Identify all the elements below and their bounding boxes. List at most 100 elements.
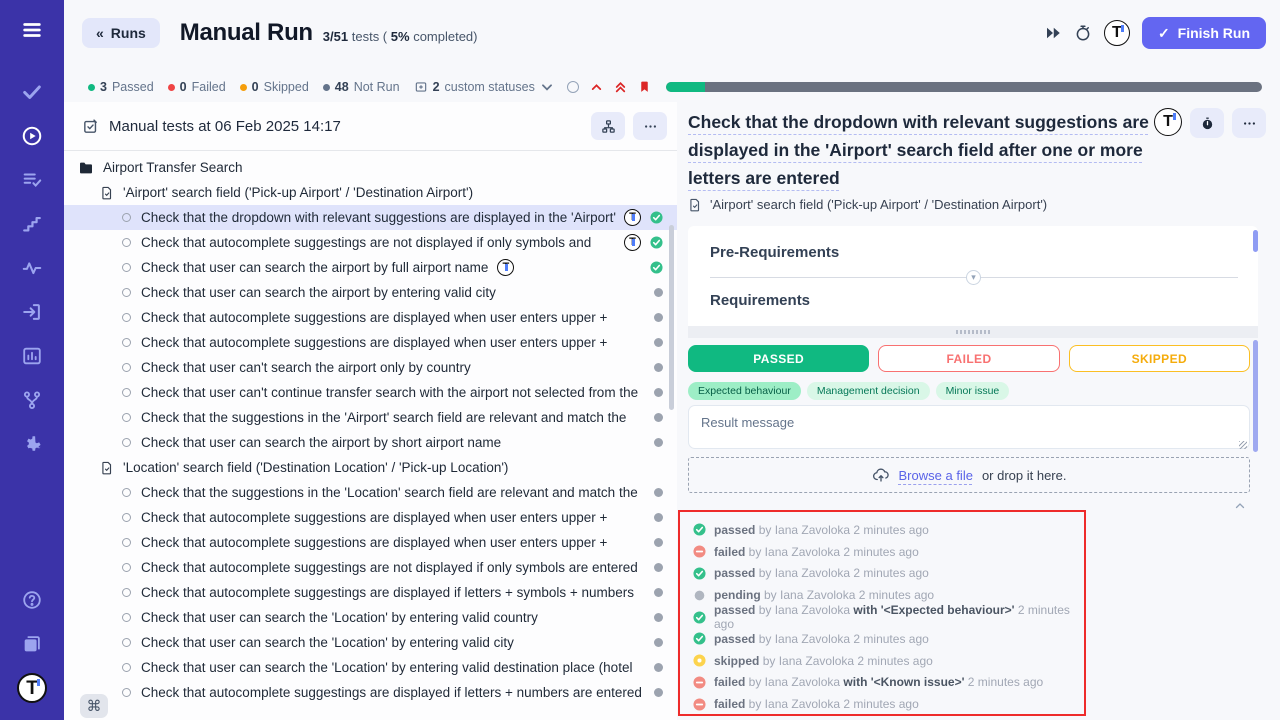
custom-statuses-toggle[interactable]: 2 custom statuses	[414, 80, 554, 94]
test-state-icon	[122, 538, 131, 547]
status-dot-icon	[88, 84, 95, 91]
status-dot-icon	[168, 84, 175, 91]
run-progress-text: 3/51 tests ( 5% completed)	[323, 29, 478, 44]
test-tree-item[interactable]: Check that autocomplete suggestions are …	[64, 530, 677, 555]
test-tree-item[interactable]: Check that the suggestions in the 'Locat…	[64, 480, 677, 505]
test-tree-item[interactable]: Check that user can search the 'Location…	[64, 605, 677, 630]
run-source-title: Manual tests at 06 Feb 2025 14:17	[109, 118, 341, 135]
suite-breadcrumb[interactable]: 'Airport' search field ('Pick-up Airport…	[688, 197, 1047, 212]
test-tree-item[interactable]: Check that autocomplete suggestions are …	[64, 505, 677, 530]
test-tree-item[interactable]: Check that autocomplete suggestions are …	[64, 305, 677, 330]
fast-forward-icon[interactable]	[1044, 24, 1062, 42]
sidebar-item-runs[interactable]	[12, 116, 52, 156]
sidebar-item-analytics[interactable]	[12, 336, 52, 376]
collapse-section-icon[interactable]	[1234, 500, 1246, 512]
test-title[interactable]: Check that the dropdown with relevant su…	[688, 108, 1154, 192]
result-message-input[interactable]	[688, 405, 1250, 449]
tests-scrollbar[interactable]	[669, 225, 674, 410]
notrun-status-icon	[654, 513, 663, 522]
test-state-icon	[122, 663, 131, 672]
suite-tree-item[interactable]: 'Airport' search field ('Pick-up Airport…	[64, 180, 677, 205]
result-tag[interactable]: Minor issue	[936, 382, 1010, 400]
header: « Runs Manual Run 3/51 tests ( 5% comple…	[64, 0, 1280, 66]
document-icon	[100, 461, 114, 475]
passed-status-icon	[693, 523, 706, 536]
folder-tree-item[interactable]: Airport Transfer Search	[64, 155, 677, 180]
activity-entry: passed by Iana Zavoloka with '<Expected …	[693, 606, 1084, 628]
failed-status-icon	[693, 676, 706, 689]
finish-run-button[interactable]: ✓ Finish Run	[1142, 17, 1266, 49]
test-tree-item[interactable]: Check that user can search the airport b…	[64, 280, 677, 305]
notrun-status-icon	[654, 638, 663, 647]
test-tree-item[interactable]: Check that autocomplete suggestions are …	[64, 330, 677, 355]
sidebar-item-tests[interactable]	[12, 72, 52, 112]
test-state-icon	[122, 438, 131, 447]
test-tree-item[interactable]: Check that autocomplete suggestings are …	[64, 230, 677, 255]
test-tree-item[interactable]: Check that user can search the airport b…	[64, 255, 677, 280]
menu-icon[interactable]	[12, 10, 52, 50]
testomat-logo-icon[interactable]: T	[1104, 20, 1130, 46]
sidebar-item-plans[interactable]	[12, 160, 52, 200]
activity-entry: passed by Iana Zavoloka 2 minutes ago	[693, 563, 1084, 585]
status-count-not-run[interactable]: 48Not Run	[323, 80, 400, 94]
result-tags-row: Expected behaviour Management decision Min…	[688, 382, 1009, 400]
sidebar-item-settings[interactable]	[12, 424, 52, 464]
chevrons-left-icon: «	[96, 25, 104, 41]
test-tree-item[interactable]: Check that user can search the 'Location…	[64, 630, 677, 655]
test-tree-item[interactable]: Check that user can't search the airport…	[64, 355, 677, 380]
more-options-button[interactable]	[633, 112, 667, 140]
test-state-icon	[122, 213, 131, 222]
sidebar-item-help[interactable]	[12, 580, 52, 620]
mark-failed-button[interactable]: FAILED	[878, 345, 1059, 372]
test-tree-item[interactable]: Check that user can't continue transfer …	[64, 380, 677, 405]
more-options-button[interactable]	[1232, 108, 1266, 138]
checklist-icon	[82, 118, 99, 135]
notrun-status-icon	[654, 363, 663, 372]
test-tree-item[interactable]: Check that autocomplete suggestings are …	[64, 680, 677, 705]
timer-button[interactable]	[1190, 108, 1224, 138]
test-tree-item[interactable]: Check that user can search the 'Location…	[64, 655, 677, 680]
test-tree-item[interactable]: Check that the suggestions in the 'Airpo…	[64, 405, 677, 430]
mark-passed-button[interactable]: PASSED	[688, 345, 869, 372]
sidebar-item-steps[interactable]	[12, 204, 52, 244]
status-summary-bar: 3Passed 0Failed 0Skipped 48Not Run 2 custom…	[64, 72, 1280, 102]
back-to-runs-button[interactable]: « Runs	[82, 18, 160, 48]
priority-up-icon[interactable]	[590, 81, 603, 94]
sidebar-item-import[interactable]	[12, 292, 52, 332]
mark-skipped-button[interactable]: SKIPPED	[1069, 345, 1250, 372]
result-tag[interactable]: Expected behaviour	[688, 382, 801, 400]
resize-grip-icon[interactable]	[1239, 441, 1247, 449]
file-dropzone[interactable]: Browse a file or drop it here.	[688, 457, 1250, 493]
sidebar-item-branches[interactable]	[12, 380, 52, 420]
automated-badge-icon: T	[624, 234, 641, 251]
test-tree-item[interactable]: Check that user can search the airport b…	[64, 430, 677, 455]
sidebar-item-logo[interactable]: T	[12, 668, 52, 708]
tree-view-button[interactable]	[591, 112, 625, 140]
test-state-icon	[122, 688, 131, 697]
timer-icon[interactable]	[1074, 24, 1092, 42]
status-count-passed[interactable]: 3Passed	[88, 80, 154, 94]
sidebar-item-projects[interactable]	[12, 624, 52, 664]
status-count-skipped[interactable]: 0Skipped	[240, 80, 309, 94]
test-state-icon	[122, 588, 131, 597]
bookmark-flag-icon[interactable]	[638, 80, 651, 94]
test-tree-item[interactable]: Check that autocomplete suggestings are …	[64, 580, 677, 605]
sidebar-item-pulse[interactable]	[12, 248, 52, 288]
test-tree-item[interactable]: Check that the dropdown with relevant su…	[64, 205, 677, 230]
test-tree-item[interactable]: Check that autocomplete suggestings are …	[64, 555, 677, 580]
notrun-status-icon	[654, 663, 663, 672]
status-count-failed[interactable]: 0Failed	[168, 80, 226, 94]
priority-double-up-icon[interactable]	[614, 80, 627, 94]
browse-file-link[interactable]: Browse a file	[899, 468, 973, 483]
result-tag[interactable]: Management decision	[807, 382, 930, 400]
folder-icon	[78, 160, 94, 176]
collapse-toggle-icon[interactable]: ▾	[966, 270, 981, 285]
detail-scrollbar[interactable]	[1253, 340, 1258, 452]
testomat-logo-icon[interactable]: T	[1154, 108, 1182, 136]
notrun-status-icon	[654, 413, 663, 422]
card-scrollbar[interactable]	[1253, 230, 1258, 252]
circle-status-icon[interactable]	[567, 81, 579, 93]
suite-tree-item[interactable]: 'Location' search field ('Destination Lo…	[64, 455, 677, 480]
test-state-icon	[122, 263, 131, 272]
panel-splitter[interactable]	[688, 326, 1258, 338]
